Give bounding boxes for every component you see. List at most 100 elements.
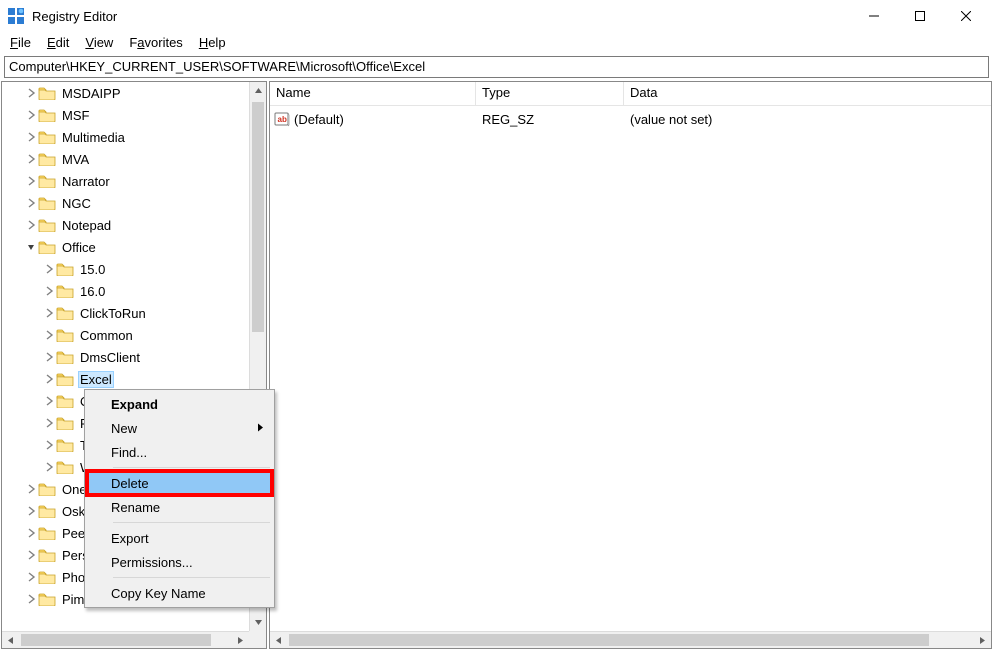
context-menu-item-label: Expand (111, 397, 158, 412)
chevron-right-icon[interactable] (24, 528, 38, 538)
scroll-up-icon[interactable] (250, 82, 267, 99)
folder-icon (56, 327, 74, 343)
tree-item[interactable]: NGC (2, 192, 249, 214)
tree-item[interactable]: 15.0 (2, 258, 249, 280)
chevron-right-icon[interactable] (24, 220, 38, 230)
tree-item[interactable]: Narrator (2, 170, 249, 192)
context-menu-item-label: Rename (111, 500, 160, 515)
context-menu[interactable]: Expand New Find... Delete Rename Export Permi… (84, 389, 275, 608)
list-horizontal-scrollbar[interactable] (270, 631, 991, 648)
menu-file[interactable]: File (2, 32, 39, 54)
tree-item-label: MSDAIPP (60, 85, 123, 102)
column-header-name[interactable]: Name (270, 82, 476, 105)
scroll-left-icon[interactable] (2, 632, 19, 649)
list-scroll-thumb-h[interactable] (289, 634, 929, 646)
column-header-type[interactable]: Type (476, 82, 624, 105)
context-menu-item[interactable]: Permissions... (87, 550, 272, 574)
submenu-arrow-icon (256, 421, 264, 436)
context-menu-item[interactable]: Export (87, 526, 272, 550)
tree-item[interactable]: MSF (2, 104, 249, 126)
folder-icon (38, 547, 56, 563)
context-menu-item[interactable]: Delete (87, 471, 272, 495)
context-menu-item-label: Export (111, 531, 149, 546)
tree-item[interactable]: ClickToRun (2, 302, 249, 324)
chevron-right-icon[interactable] (24, 594, 38, 604)
tree-item[interactable]: Common (2, 324, 249, 346)
tree-item[interactable]: MSDAIPP (2, 82, 249, 104)
chevron-right-icon[interactable] (42, 264, 56, 274)
folder-icon (38, 85, 56, 101)
chevron-right-icon[interactable] (24, 550, 38, 560)
menu-favorites[interactable]: Favorites (121, 32, 190, 54)
close-button[interactable] (943, 0, 989, 32)
tree-item[interactable]: Notepad (2, 214, 249, 236)
minimize-button[interactable] (851, 0, 897, 32)
tree-item-label: Notepad (60, 217, 113, 234)
chevron-right-icon[interactable] (24, 198, 38, 208)
tree-item[interactable]: Multimedia (2, 126, 249, 148)
chevron-right-icon[interactable] (42, 308, 56, 318)
address-bar[interactable]: Computer\HKEY_CURRENT_USER\SOFTWARE\Micr… (4, 56, 989, 78)
chevron-down-icon[interactable] (24, 242, 38, 252)
tree-item-label: Common (78, 327, 135, 344)
tree-item[interactable]: Office (2, 236, 249, 258)
chevron-right-icon[interactable] (24, 154, 38, 164)
context-menu-item[interactable]: Copy Key Name (87, 581, 272, 605)
column-header-data[interactable]: Data (624, 82, 991, 105)
context-menu-item[interactable]: Rename (87, 495, 272, 519)
chevron-right-icon[interactable] (24, 88, 38, 98)
tree-item-label: DmsClient (78, 349, 142, 366)
list-body[interactable]: ab (Default) REG_SZ (value not set) (270, 106, 991, 130)
chevron-right-icon[interactable] (24, 572, 38, 582)
tree-scroll-thumb-h[interactable] (21, 634, 211, 646)
maximize-button[interactable] (897, 0, 943, 32)
tree-horizontal-scrollbar[interactable] (2, 631, 249, 648)
chevron-right-icon[interactable] (24, 132, 38, 142)
context-menu-item[interactable]: Find... (87, 440, 272, 464)
chevron-right-icon[interactable] (42, 440, 56, 450)
scroll-right-icon[interactable] (232, 632, 249, 649)
chevron-right-icon[interactable] (42, 330, 56, 340)
chevron-right-icon[interactable] (42, 374, 56, 384)
folder-icon (38, 591, 56, 607)
menubar: File Edit View Favorites Help (0, 32, 993, 54)
scroll-left-icon[interactable] (270, 632, 287, 649)
list-row[interactable]: ab (Default) REG_SZ (value not set) (270, 108, 991, 130)
tree-item[interactable]: DmsClient (2, 346, 249, 368)
tree-item-label: ClickToRun (78, 305, 148, 322)
list-pane: Name Type Data ab (Default) REG_SZ (valu… (269, 81, 992, 649)
context-menu-separator (113, 467, 270, 468)
chevron-right-icon[interactable] (24, 110, 38, 120)
menu-edit[interactable]: Edit (39, 32, 77, 54)
chevron-right-icon[interactable] (42, 286, 56, 296)
context-menu-item[interactable]: Expand (87, 392, 272, 416)
chevron-right-icon[interactable] (24, 176, 38, 186)
svg-text:ab: ab (278, 115, 287, 124)
folder-icon (38, 129, 56, 145)
menu-view[interactable]: View (77, 32, 121, 54)
chevron-right-icon[interactable] (42, 418, 56, 428)
context-menu-separator (113, 577, 270, 578)
chevron-right-icon[interactable] (42, 396, 56, 406)
tree-item-label: Excel (78, 371, 114, 388)
tree-item-label: Pim (60, 591, 86, 608)
folder-icon (56, 261, 74, 277)
tree-item[interactable]: 16.0 (2, 280, 249, 302)
folder-icon (56, 437, 74, 453)
folder-icon (38, 195, 56, 211)
tree-item[interactable]: MVA (2, 148, 249, 170)
tree-item[interactable]: Excel (2, 368, 249, 390)
chevron-right-icon[interactable] (42, 462, 56, 472)
chevron-right-icon[interactable] (24, 484, 38, 494)
menu-help[interactable]: Help (191, 32, 234, 54)
scroll-right-icon[interactable] (974, 632, 991, 649)
scroll-down-icon[interactable] (250, 614, 267, 631)
chevron-right-icon[interactable] (24, 506, 38, 516)
context-menu-item[interactable]: New (87, 416, 272, 440)
folder-icon (56, 459, 74, 475)
context-menu-item-label: Copy Key Name (111, 586, 206, 601)
chevron-right-icon[interactable] (42, 352, 56, 362)
tree-scroll-thumb-v[interactable] (252, 102, 264, 332)
folder-icon (38, 107, 56, 123)
folder-icon (38, 239, 56, 255)
